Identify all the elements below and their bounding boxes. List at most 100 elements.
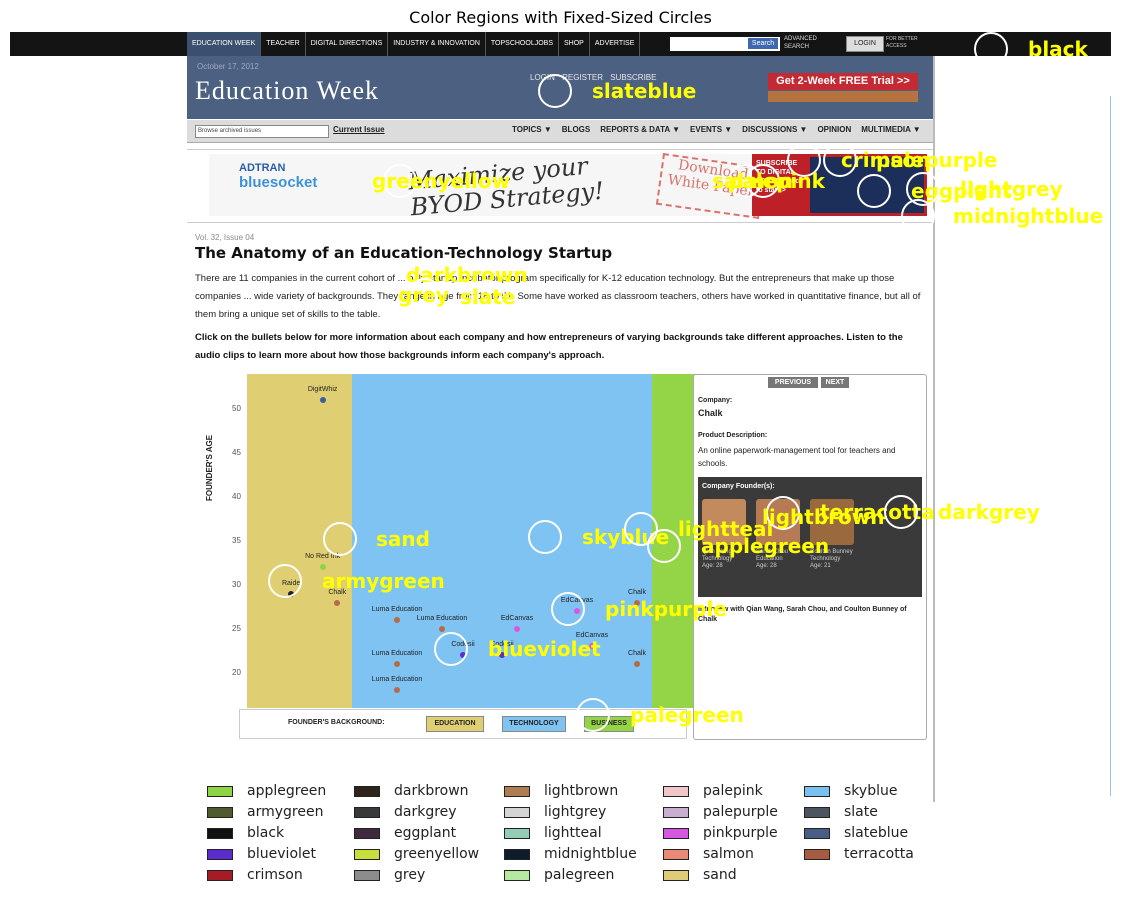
nav-tab-digital-directions[interactable]: DIGITAL DIRECTIONS xyxy=(306,32,389,56)
legend-label: grey xyxy=(394,867,426,883)
y-tick-label: 20 xyxy=(232,667,241,677)
archive-select[interactable]: Browse archived issues xyxy=(195,125,329,138)
annotation-label-palepurple: palepurple xyxy=(876,148,998,172)
annotation-circle-midnightblue xyxy=(901,199,935,233)
annotation-label-blueviolet: blueviolet xyxy=(488,637,601,661)
legend-label: palegreen xyxy=(544,867,615,883)
y-axis-label: FOUNDER'S AGE xyxy=(205,434,214,501)
legend-item-palepink: palepink xyxy=(663,783,763,799)
y-tick-label: 35 xyxy=(232,536,241,545)
company-point[interactable] xyxy=(394,661,400,668)
legend-item-blueviolet: blueviolet xyxy=(207,846,316,862)
menu-blogs[interactable]: BLOGS xyxy=(562,125,590,134)
login-button[interactable]: LOGIN xyxy=(846,36,884,52)
legend-swatch xyxy=(504,869,530,881)
legend-swatch xyxy=(663,785,689,797)
annotation-circle-darkgrey xyxy=(884,495,918,529)
legend-label: applegreen xyxy=(247,783,327,799)
menu-discussions[interactable]: DISCUSSIONS ▼ xyxy=(742,125,807,134)
annotation-circle-palepurple xyxy=(823,143,857,177)
legend-chip-technology[interactable]: TECHNOLOGY xyxy=(502,716,566,732)
current-issue-link[interactable]: Current Issue xyxy=(333,125,385,134)
company-point-label: DigitWhiz xyxy=(307,386,338,394)
legend-item-terracotta: terracotta xyxy=(804,846,914,862)
legend-item-palepurple: palepurple xyxy=(663,804,778,820)
annotation-circle-pinkpurple xyxy=(551,592,585,626)
annotation-circle-black xyxy=(974,32,1008,66)
main-menu: TOPICS ▼ BLOGS REPORTS & DATA ▼ EVENTS ▼… xyxy=(512,125,921,134)
legend-swatch xyxy=(207,806,233,818)
company-point[interactable] xyxy=(394,687,400,694)
company-point[interactable] xyxy=(439,625,445,632)
legend-label: darkbrown xyxy=(394,783,469,799)
menu-opinion[interactable]: OPINION xyxy=(817,125,851,134)
company-point[interactable] xyxy=(334,599,341,606)
legend-label: palepink xyxy=(703,783,763,799)
annotation-circle-skyblue xyxy=(528,520,562,554)
legend-item-applegreen: applegreen xyxy=(207,783,326,799)
nav-tab-topschooljobs[interactable]: TOPSCHOOLJOBS xyxy=(486,32,559,56)
volume-issue: Vol. 32, Issue 04 xyxy=(195,233,255,242)
legend-swatch xyxy=(804,827,830,839)
company-point[interactable] xyxy=(319,397,326,404)
legend-label: blueviolet xyxy=(247,846,316,862)
legend-swatch xyxy=(354,848,380,860)
legend-swatch xyxy=(207,869,233,881)
company-point-label: Chalk xyxy=(628,650,646,658)
legend-chip-education[interactable]: EDUCATION xyxy=(426,716,484,732)
y-tick-label: 45 xyxy=(232,448,241,458)
site-logo[interactable]: Education Week xyxy=(195,76,379,106)
founder-age: Age: 21 xyxy=(810,563,831,569)
menu-events[interactable]: EVENTS ▼ xyxy=(690,125,732,134)
nav-tab-industry[interactable]: INDUSTRY & INNOVATION xyxy=(388,32,486,56)
legend-swatch xyxy=(663,806,689,818)
nav-tab-teacher[interactable]: TEACHER xyxy=(261,32,306,56)
y-tick-label: 50 xyxy=(232,404,241,414)
legend-label: crimson xyxy=(247,867,303,883)
company-point-label: Luma Education xyxy=(371,676,423,684)
legend-label: darkgrey xyxy=(394,804,457,820)
nav-tab-advertise[interactable]: ADVERTISE xyxy=(590,32,641,56)
menu-topics[interactable]: TOPICS ▼ xyxy=(512,125,552,134)
next-button[interactable]: NEXT xyxy=(821,377,849,388)
issue-date: October 17, 2012 xyxy=(197,62,259,71)
legend-swatch xyxy=(663,827,689,839)
y-tick-label: 30 xyxy=(232,579,241,589)
legend-label: palepurple xyxy=(703,804,778,820)
annotation-label-palepink: palepink xyxy=(728,169,825,193)
y-tick-label: 25 xyxy=(232,623,241,633)
ad-brand-top: ADTRAN xyxy=(239,162,286,174)
right-edge-strip xyxy=(1110,96,1111,796)
legend-item-skyblue: skyblue xyxy=(804,783,897,799)
company-point[interactable] xyxy=(514,625,520,632)
founders-label: Company Founder(s): xyxy=(702,483,775,490)
annotation-label-pinkpurple: pinkpurple xyxy=(605,597,727,621)
browser-top-strip: EDUCATION WEEK TEACHER DIGITAL DIRECTION… xyxy=(10,32,1111,56)
search-button[interactable]: Search xyxy=(748,38,778,49)
article-page: October 17, 2012 Education Week LOGIN RE… xyxy=(187,56,935,802)
legend-swatch xyxy=(354,869,380,881)
annotation-label-applegreen: applegreen xyxy=(701,534,830,558)
legend-swatch xyxy=(354,827,380,839)
menu-multimedia[interactable]: MULTIMEDIA ▼ xyxy=(861,125,920,134)
annotation-label-black: black xyxy=(1028,37,1088,61)
founder-age: Age: 28 xyxy=(702,563,723,569)
menu-reports[interactable]: REPORTS & DATA ▼ xyxy=(600,125,680,134)
company-point[interactable] xyxy=(634,661,640,668)
legend-label: slate xyxy=(844,804,878,820)
article-instructions: Click on the bullets below for more info… xyxy=(195,332,903,361)
nav-tab-shop[interactable]: SHOP xyxy=(559,32,590,56)
nav-tab-education-week[interactable]: EDUCATION WEEK xyxy=(187,32,262,56)
company-point[interactable] xyxy=(394,617,400,624)
legend-label: lightgrey xyxy=(544,804,607,820)
legend-item-darkbrown: darkbrown xyxy=(354,783,469,799)
legend-swatch xyxy=(207,785,233,797)
legend-swatch xyxy=(504,806,530,818)
advanced-search-link[interactable]: ADVANCED SEARCH xyxy=(784,35,824,51)
company-point-label: Luma Education xyxy=(416,614,468,622)
interview-link[interactable]: Interview with Qian Wang, Sarah Chou, an… xyxy=(698,605,922,625)
free-trial-button[interactable]: Get 2-Week FREE Trial >> xyxy=(768,73,918,90)
previous-button[interactable]: PREVIOUS xyxy=(768,377,818,388)
legend-label: slateblue xyxy=(844,825,909,841)
founder-age: Age: 28 xyxy=(756,563,777,569)
